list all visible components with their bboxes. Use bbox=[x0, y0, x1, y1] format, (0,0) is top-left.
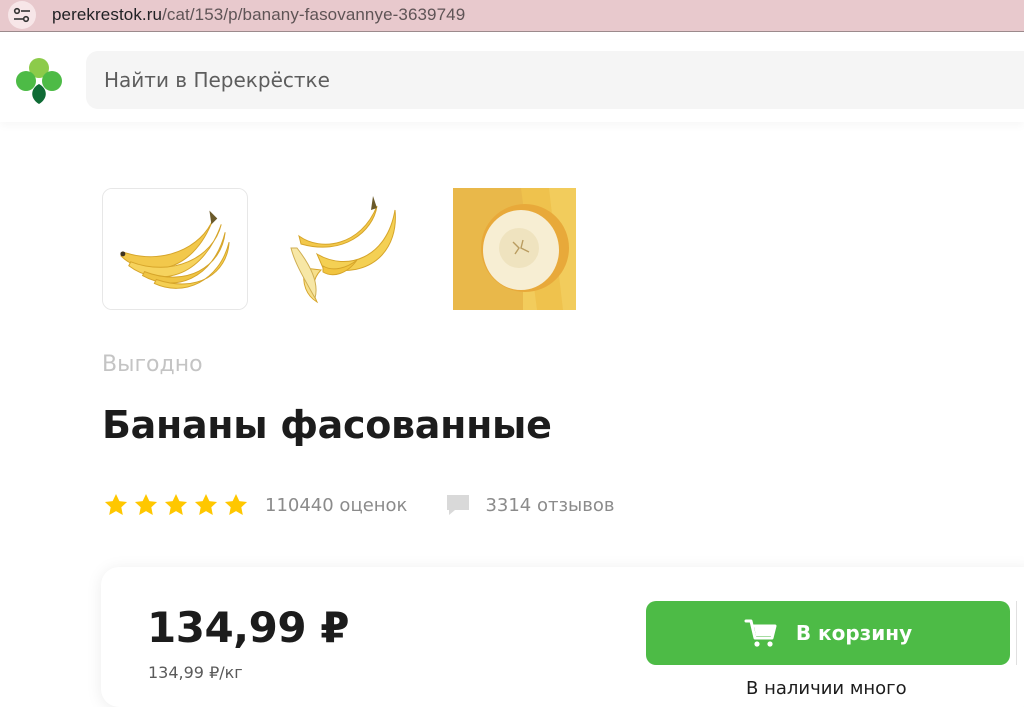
site-info-button[interactable] bbox=[6, 0, 38, 30]
add-to-cart-label: В корзину bbox=[795, 621, 913, 645]
product-price: 134,99 ₽ bbox=[147, 603, 349, 652]
browser-address-bar: perekrestok.ru/cat/153/p/banany-fasovann… bbox=[0, 0, 1024, 32]
unit-price: 134,99 ₽/кг bbox=[148, 663, 243, 682]
price-card: 134,99 ₽ 134,99 ₽/кг В корзину В наличии… bbox=[101, 567, 1024, 707]
star-icon bbox=[194, 493, 218, 515]
tune-icon bbox=[8, 1, 36, 29]
url-field[interactable]: perekrestok.ru/cat/153/p/banany-fasovann… bbox=[52, 5, 465, 25]
cart-icon bbox=[744, 619, 777, 647]
search-input[interactable]: Найти в Перекрёстке bbox=[86, 51, 1024, 109]
url-path: /cat/153/p/banany-fasovannye-3639749 bbox=[162, 5, 466, 24]
comment-icon bbox=[447, 495, 470, 515]
rating-row: 110440 оценок 3314 отзывов bbox=[103, 490, 614, 520]
rating-stars[interactable] bbox=[103, 492, 249, 518]
url-domain: perekrestok.ru bbox=[52, 5, 163, 24]
star-icon bbox=[224, 493, 248, 515]
thumbnail-banana-slice[interactable] bbox=[453, 188, 576, 310]
star-icon bbox=[104, 493, 128, 515]
star-icon bbox=[134, 493, 158, 515]
side-panel-edge bbox=[1016, 601, 1024, 665]
thumbnail-banana-bunch[interactable] bbox=[102, 188, 248, 310]
reviews-count: 3314 отзывов bbox=[485, 494, 615, 516]
clover-logo-icon[interactable] bbox=[12, 54, 66, 108]
site-header: Найти в Перекрёстке bbox=[0, 40, 1024, 122]
reviews-link[interactable]: 3314 отзывов bbox=[445, 493, 614, 517]
promo-label: Выгодно bbox=[102, 352, 203, 377]
star-icon bbox=[164, 493, 188, 515]
search-placeholder: Найти в Перекрёстке bbox=[104, 68, 330, 92]
thumbnail-peeled-banana[interactable] bbox=[277, 188, 423, 310]
product-title: Бананы фасованные bbox=[102, 403, 552, 447]
ratings-count[interactable]: 110440 оценок bbox=[265, 495, 407, 516]
add-to-cart-button[interactable]: В корзину bbox=[646, 601, 1010, 665]
